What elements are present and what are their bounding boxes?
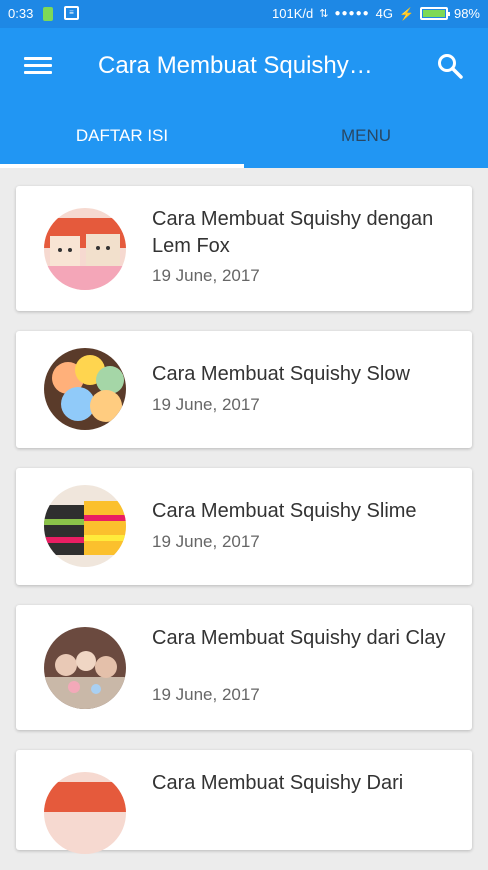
article-thumbnail <box>44 627 126 709</box>
article-thumbnail <box>44 208 126 290</box>
signal-icon: ●●●●● <box>334 8 370 19</box>
message-notification-icon: ≡ <box>64 6 79 20</box>
app-bar: Cara Membuat Squishy… DAFTAR ISI MENU <box>0 28 488 168</box>
list-item[interactable]: Cara Membuat Squishy Dari <box>16 750 472 854</box>
tab-menu[interactable]: MENU <box>244 116 488 168</box>
battery-icon <box>419 7 450 20</box>
article-title: Cara Membuat Squishy dengan Lem Fox <box>152 208 434 257</box>
article-title: Cara Membuat Squishy dari Clay <box>152 627 446 649</box>
battery-saver-icon <box>43 7 53 21</box>
article-date: 19 June, 2017 <box>152 685 260 704</box>
status-time: 0:33 <box>8 6 34 21</box>
list-item[interactable]: Cara Membuat Squishy dari Clay 19 June, … <box>16 605 472 730</box>
status-right: 101K/d ⇅ ●●●●● 4G ⚡ 98% <box>272 6 480 21</box>
list-item[interactable]: Cara Membuat Squishy Slime 19 June, 2017 <box>16 468 472 585</box>
article-date: 19 June, 2017 <box>152 532 260 551</box>
article-list: Cara Membuat Squishy dengan Lem Fox 19 J… <box>16 186 472 870</box>
article-date: 19 June, 2017 <box>152 266 260 285</box>
article-date: 19 June, 2017 <box>152 395 260 414</box>
signal-type: 4G <box>375 6 394 21</box>
data-transfer-icon: ⇅ <box>319 8 329 20</box>
article-thumbnail <box>44 772 126 854</box>
tab-daftar-isi[interactable]: DAFTAR ISI <box>0 116 244 168</box>
article-title: Cara Membuat Squishy Slow <box>152 363 410 385</box>
article-thumbnail <box>44 348 126 430</box>
net-speed: 101K/d <box>272 6 314 21</box>
article-thumbnail <box>44 485 126 567</box>
list-item[interactable]: Cara Membuat Squishy Slow 19 June, 2017 <box>16 331 472 448</box>
battery-percent: 98% <box>453 6 480 21</box>
tab-bar: DAFTAR ISI MENU <box>0 116 488 168</box>
article-title: Cara Membuat Squishy Slime <box>152 500 417 522</box>
search-icon[interactable] <box>436 52 464 80</box>
charging-icon: ⚡ <box>399 6 414 21</box>
hamburger-menu-icon[interactable] <box>24 54 52 78</box>
list-item[interactable]: Cara Membuat Squishy dengan Lem Fox 19 J… <box>16 186 472 311</box>
status-bar: 0:33 ≡ 101K/d ⇅ ●●●●● 4G ⚡ 98% <box>0 0 488 28</box>
article-title: Cara Membuat Squishy Dari <box>152 772 404 794</box>
app-title: Cara Membuat Squishy… <box>98 52 373 79</box>
